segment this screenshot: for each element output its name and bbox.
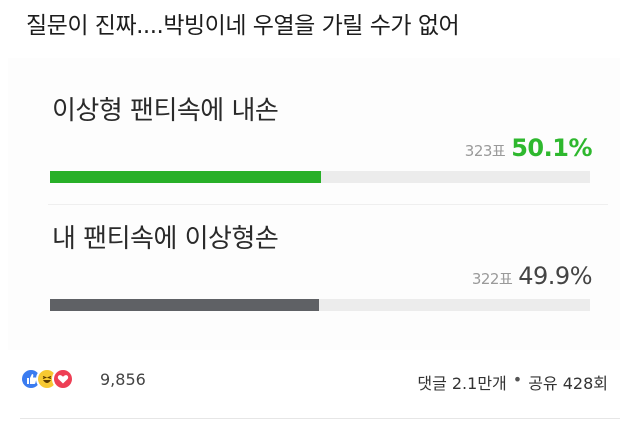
poll-option-label: 내 팬티속에 이상형손 <box>52 224 279 254</box>
vote-bar-track <box>50 171 590 183</box>
reactions-bar: 9,856 댓글 2.1만개 • 공유 428회 <box>20 368 620 398</box>
separator-dot: • <box>512 370 523 389</box>
vote-bar-fill <box>50 171 321 183</box>
vote-count: 323표 <box>464 142 506 160</box>
poll-option-1[interactable]: 이상형 팬티속에 내손 323표 50.1% <box>8 58 620 205</box>
reaction-icons[interactable] <box>20 368 74 390</box>
love-icon <box>52 368 74 390</box>
post-title: 질문이 진짜....박빙이네 우열을 가릴 수가 없어 <box>26 13 460 39</box>
poll-card: 이상형 팬티속에 내손 323표 50.1% 내 팬티속에 이상형손 322표 … <box>8 58 620 350</box>
reaction-count[interactable]: 9,856 <box>100 370 146 389</box>
poll-option-label: 이상형 팬티속에 내손 <box>52 96 279 126</box>
vote-percent: 50.1% <box>511 134 592 162</box>
bottom-divider <box>20 418 620 419</box>
poll-option-2[interactable]: 내 팬티속에 이상형손 322표 49.9% <box>8 208 620 348</box>
vote-bar-fill <box>50 299 320 311</box>
comment-count[interactable]: 댓글 2.1만개 <box>417 370 506 394</box>
vote-meta: 322표 49.9% <box>471 262 593 290</box>
share-count[interactable]: 공유 428회 <box>528 370 608 394</box>
option-divider <box>48 204 608 205</box>
vote-bar-track <box>50 299 590 311</box>
engagement-stats: 댓글 2.1만개 • 공유 428회 <box>417 370 608 394</box>
vote-percent: 49.9% <box>518 262 592 290</box>
vote-count: 322표 <box>471 270 513 288</box>
vote-meta: 323표 50.1% <box>464 134 593 162</box>
